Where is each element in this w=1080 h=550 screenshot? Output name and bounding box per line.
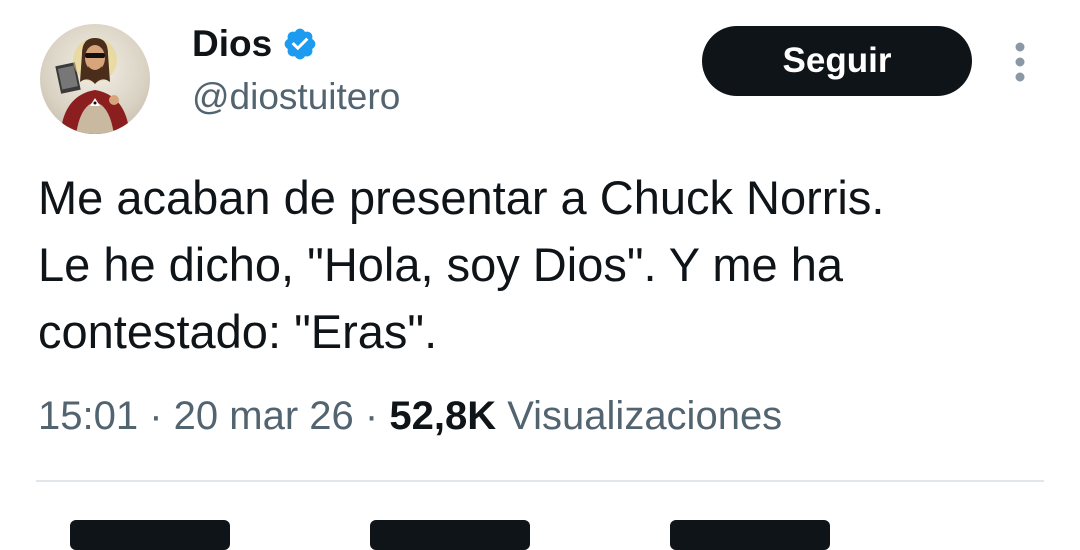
author-name-row: Dios: [192, 20, 318, 68]
cropped-next-row: [70, 520, 830, 550]
more-vertical-icon[interactable]: [1006, 40, 1034, 84]
cropped-content: [70, 520, 230, 550]
divider: [36, 480, 1044, 482]
jesus-portrait-avatar-icon: [55, 38, 130, 134]
follow-button[interactable]: Seguir: [702, 26, 972, 96]
cropped-content: [670, 520, 830, 550]
tweet-text: Me acaban de presentar a Chuck Norris. L…: [38, 164, 1058, 365]
tweet-time[interactable]: 15:01: [38, 394, 138, 438]
author-display-name[interactable]: Dios: [192, 20, 272, 68]
tweet-text-line: contestado: "Eras".: [38, 305, 438, 358]
views-count[interactable]: 52,8K: [389, 394, 507, 438]
verified-badge-icon: [284, 28, 316, 60]
tweet-text-line: Le he dicho, "Hola, soy Dios". Y me ha: [38, 238, 843, 291]
views-label: Visualizaciones: [507, 394, 783, 438]
tweet-date[interactable]: 20 mar 26: [174, 394, 354, 438]
cropped-content: [370, 520, 530, 550]
meta-separator: ·: [149, 394, 174, 438]
avatar[interactable]: [40, 24, 150, 134]
tweet-meta-row: 15:01 · 20 mar 26 · 52,8K Visualizacione…: [38, 388, 782, 444]
author-handle[interactable]: @diostuitero: [192, 74, 400, 120]
meta-separator: ·: [364, 394, 390, 438]
tweet-text-line: Me acaban de presentar a Chuck Norris.: [38, 171, 885, 224]
